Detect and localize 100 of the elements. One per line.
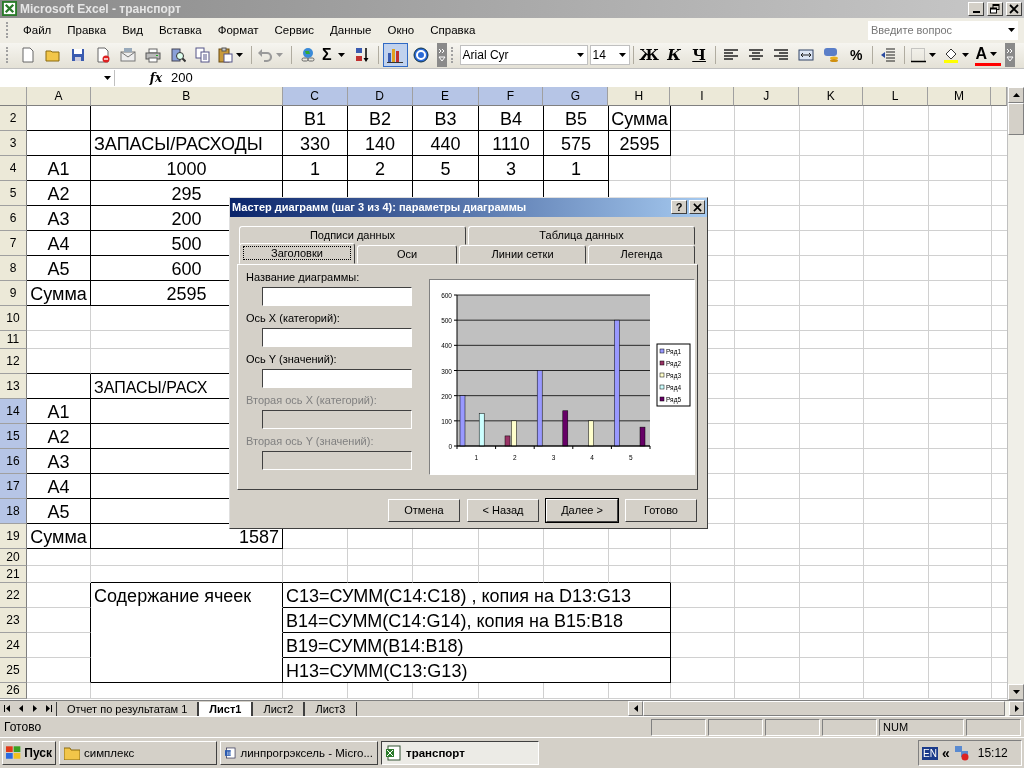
help-button[interactable]: ? <box>671 200 687 215</box>
table-cell <box>735 255 800 281</box>
spreadsheet-icon <box>386 745 402 762</box>
scroll-thumb[interactable] <box>1008 102 1024 135</box>
percent-button[interactable]: % <box>844 44 868 67</box>
table-cell: 2595 <box>609 130 671 156</box>
sheet-tab[interactable]: Отчет по результатам 1 <box>56 701 199 716</box>
dialog-button[interactable]: Отмена <box>388 498 460 522</box>
menu-item[interactable]: Формат <box>209 24 267 37</box>
row-header[interactable]: 13 <box>0 373 27 399</box>
select-all-button[interactable] <box>0 86 27 106</box>
vertical-scrollbar[interactable] <box>1007 86 1024 701</box>
bold-button[interactable]: Ж <box>637 44 661 67</box>
sheet-tab[interactable]: Лист3 <box>304 701 357 716</box>
row-header[interactable]: 15 <box>0 423 27 449</box>
table-cell <box>800 523 864 549</box>
menu-item[interactable]: Сервис <box>266 24 322 37</box>
minimize-button[interactable] <box>968 1 984 16</box>
help-dropdown-button[interactable] <box>1004 20 1018 40</box>
table-cell <box>735 105 800 131</box>
tab[interactable]: Подписи данных <box>239 225 466 245</box>
num-lock-indicator: NUM <box>879 718 964 736</box>
font-name-field[interactable]: Arial Cyr <box>459 45 588 66</box>
autosum-button[interactable]: Σ <box>321 44 349 67</box>
row-header[interactable]: 23 <box>0 607 27 633</box>
row-header[interactable]: 7 <box>0 230 27 256</box>
scroll-right-button[interactable] <box>1009 701 1024 717</box>
menu-item[interactable]: Справка <box>422 24 484 37</box>
row-header[interactable]: 25 <box>0 657 27 683</box>
font-size-field[interactable]: 14 <box>589 45 630 66</box>
input-field[interactable] <box>262 327 412 347</box>
language-indicator[interactable]: EN <box>922 746 938 760</box>
input-field[interactable] <box>262 286 412 306</box>
row-header[interactable]: 17 <box>0 473 27 499</box>
menu-item[interactable]: Вставка <box>150 24 210 37</box>
help-search-field[interactable]: Введите вопрос <box>868 20 1004 40</box>
tab[interactable]: Линии сетки <box>459 244 586 264</box>
table-cell: 3 <box>479 155 544 181</box>
row-header[interactable]: 4 <box>0 155 27 181</box>
row-header[interactable]: 5 <box>0 180 27 206</box>
row-header[interactable]: 3 <box>0 130 27 156</box>
row-header[interactable]: 16 <box>0 448 27 474</box>
row-header[interactable]: 24 <box>0 632 27 658</box>
table-cell <box>735 632 800 658</box>
row-header[interactable]: 9 <box>0 280 27 306</box>
scroll-left-button[interactable] <box>628 701 643 717</box>
close-button[interactable] <box>689 200 705 215</box>
field-label: Ось Y (значений): <box>246 352 338 367</box>
row-header[interactable]: 10 <box>0 305 27 331</box>
row-header[interactable]: 19 <box>0 523 27 549</box>
row-header[interactable]: 14 <box>0 398 27 424</box>
scroll-down-button[interactable] <box>1008 684 1024 701</box>
chart-wizard-button[interactable] <box>382 43 408 68</box>
italic-button[interactable]: К <box>662 44 686 67</box>
dialog-button[interactable]: Далее > <box>546 498 618 522</box>
table-cell <box>735 230 800 256</box>
menu-item[interactable]: Данные <box>321 24 380 37</box>
close-button[interactable] <box>1006 1 1022 16</box>
table-cell: Содержание ячеек <box>91 582 283 608</box>
menu-item[interactable]: Правка <box>59 24 115 37</box>
tab[interactable]: Таблица данных <box>468 225 695 245</box>
table-cell: B14=СУММ(C14:G14), копия на B15:B18 <box>283 607 671 633</box>
taskbar-button[interactable]: транспорт <box>381 741 539 766</box>
table-cell: 5 <box>413 155 479 181</box>
table-cell <box>735 330 800 349</box>
row-header[interactable]: 2 <box>0 105 27 131</box>
start-button[interactable]: Пуск <box>2 741 56 766</box>
tab[interactable]: Заголовки <box>239 242 355 264</box>
dialog-button[interactable]: Готово <box>625 498 697 522</box>
table-cell <box>27 105 91 131</box>
sheet-tab[interactable]: Лист2 <box>252 701 305 716</box>
insert-function-button[interactable]: fx <box>145 70 167 85</box>
restore-button[interactable] <box>987 1 1003 16</box>
menu-item[interactable]: Файл <box>15 24 60 37</box>
menu-item[interactable]: Вид <box>114 24 151 37</box>
taskbar-button[interactable]: симплекс <box>59 741 217 766</box>
borders-icon <box>909 47 926 64</box>
taskbar-button[interactable]: линпрогрэксель - Micro... <box>220 741 378 766</box>
menu-item[interactable]: Окно <box>379 24 423 37</box>
sheet-tab[interactable]: Лист1 <box>198 701 253 716</box>
row-header[interactable]: 8 <box>0 255 27 281</box>
dialog-button[interactable]: < Назад <box>467 498 539 522</box>
table-cell: B1 <box>283 105 348 131</box>
formula-field[interactable]: 200 <box>167 70 1024 86</box>
table-cell: A4 <box>27 473 91 499</box>
row-header[interactable]: 22 <box>0 582 27 608</box>
close-icon <box>1009 3 1019 14</box>
row-header[interactable]: 6 <box>0 205 27 231</box>
table-cell <box>800 448 864 474</box>
input-field[interactable] <box>262 368 412 388</box>
font-color-button[interactable]: A <box>974 44 1002 66</box>
field-label: Вторая ось Y (значений): <box>246 434 375 449</box>
underline-button[interactable]: Ч <box>687 44 711 67</box>
row-header[interactable]: 12 <box>0 348 27 374</box>
show-hidden-icons-button[interactable]: « <box>941 745 950 762</box>
close-icon <box>692 202 702 212</box>
table-cell <box>864 565 929 583</box>
network-warning-icon[interactable] <box>953 745 970 762</box>
row-header[interactable]: 18 <box>0 498 27 524</box>
table-cell <box>735 348 800 374</box>
